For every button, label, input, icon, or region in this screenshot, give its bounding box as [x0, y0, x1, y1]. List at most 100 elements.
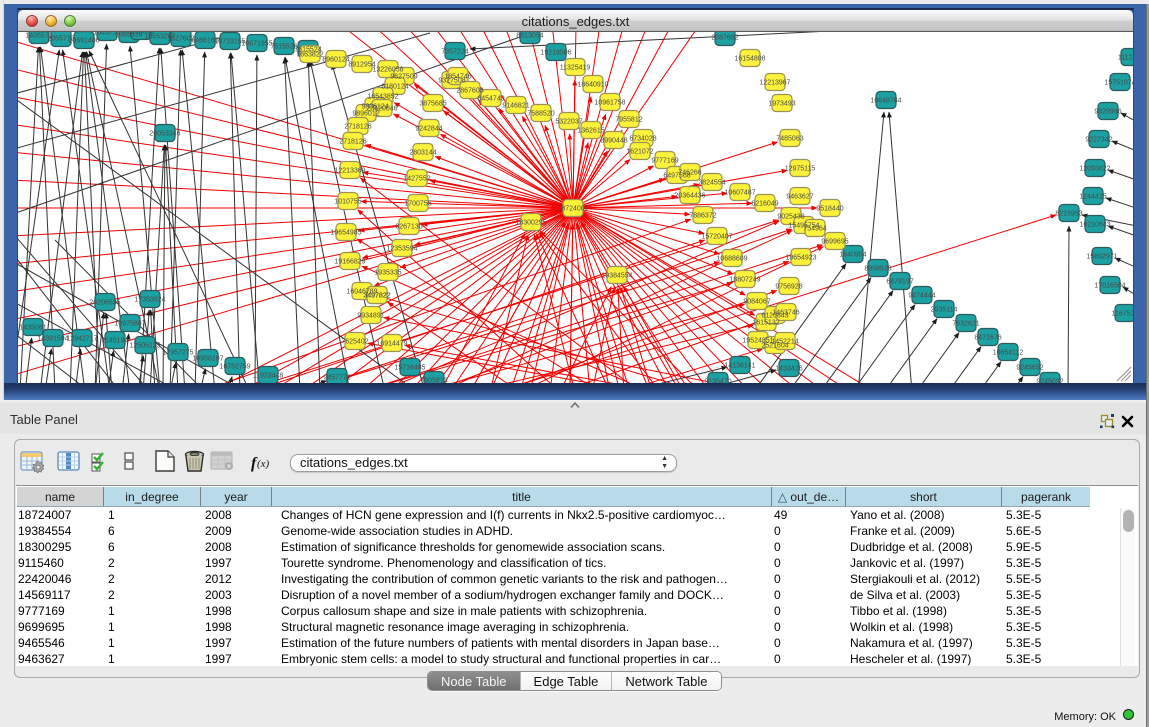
svg-text:18724007: 18724007	[557, 206, 588, 213]
svg-text:12213967: 12213967	[759, 80, 790, 87]
svg-text:3267130: 3267130	[395, 224, 422, 231]
svg-text:9777169: 9777169	[651, 158, 678, 165]
svg-text:1362615: 1362615	[577, 128, 604, 135]
svg-text:20364436: 20364436	[674, 193, 705, 200]
svg-text:1145194: 1145194	[102, 338, 129, 345]
svg-text:19384554: 19384554	[601, 273, 632, 280]
svg-text:1615132: 1615132	[752, 320, 779, 327]
svg-text:14391594: 14391594	[37, 336, 68, 343]
svg-text:9025438: 9025438	[777, 214, 804, 221]
svg-text:1854746: 1854746	[444, 74, 471, 81]
svg-text:16154808: 16154808	[734, 56, 765, 63]
svg-text:2867608: 2867608	[456, 88, 483, 95]
svg-text:8813054: 8813054	[516, 33, 543, 40]
svg-text:8454749: 8454749	[477, 96, 504, 103]
svg-text:18807249: 18807249	[729, 277, 760, 284]
svg-text:14136141: 14136141	[724, 363, 755, 370]
svg-text:19654985: 19654985	[330, 230, 361, 237]
svg-text:10688609: 10688609	[716, 256, 747, 263]
svg-text:12505135: 12505135	[129, 343, 160, 350]
svg-text:16914479: 16914479	[376, 341, 407, 348]
svg-text:9084067: 9084067	[743, 299, 770, 306]
svg-text:7357224: 7357224	[441, 49, 468, 56]
svg-text:8960124: 8960124	[322, 57, 349, 64]
svg-text:9146821: 9146821	[502, 103, 529, 110]
svg-text:1463746: 1463746	[772, 310, 799, 317]
svg-text:7886372: 7886372	[689, 213, 716, 220]
svg-text:15720407: 15720407	[701, 234, 732, 241]
svg-text:2718126: 2718126	[344, 124, 371, 131]
svg-text:17353924: 17353924	[134, 297, 165, 304]
svg-text:9463627: 9463627	[786, 194, 813, 201]
svg-text:746266: 746266	[678, 170, 701, 177]
svg-text:1435061: 1435061	[19, 325, 46, 332]
svg-text:9896012: 9896012	[352, 111, 379, 118]
svg-text:7663822: 7663822	[296, 52, 323, 59]
svg-text:9627509: 9627509	[390, 74, 417, 81]
svg-text:9227342: 9227342	[1085, 137, 1112, 144]
svg-text:8215953: 8215953	[1055, 211, 1082, 218]
svg-text:2087682: 2087682	[711, 35, 738, 42]
svg-text:15751074: 15751074	[1104, 80, 1133, 87]
svg-text:17957275: 17957275	[162, 350, 193, 357]
svg-text:(x): (x)	[257, 458, 270, 470]
svg-text:9329966: 9329966	[1094, 109, 1121, 116]
svg-text:1640954: 1640954	[839, 252, 866, 259]
svg-text:6216049: 6216049	[751, 201, 778, 208]
svg-text:8990448: 8990448	[600, 138, 627, 145]
svg-text:12093822: 12093822	[1079, 166, 1110, 173]
svg-text:2935114: 2935114	[931, 307, 958, 314]
svg-text:2718126: 2718126	[339, 139, 366, 146]
svg-text:1167534: 1167534	[1112, 311, 1133, 318]
svg-text:12942717: 12942717	[66, 336, 97, 343]
svg-text:7632621: 7632621	[952, 321, 979, 328]
svg-text:11923448: 11923448	[253, 373, 284, 380]
svg-text:1427552: 1427552	[403, 176, 430, 183]
svg-text:17016504: 17016504	[1094, 283, 1125, 290]
svg-text:9756928: 9756928	[775, 284, 802, 291]
svg-text:13226058: 13226058	[372, 67, 403, 74]
svg-text:1010755: 1010755	[334, 199, 361, 206]
svg-text:9245092: 9245092	[1036, 379, 1063, 384]
svg-text:10671955: 10671955	[241, 41, 272, 48]
svg-text:9518440: 9518440	[816, 206, 843, 213]
svg-text:18300295: 18300295	[515, 220, 546, 227]
svg-text:1621072: 1621072	[626, 149, 653, 156]
svg-text:10975887: 10975887	[114, 321, 145, 328]
svg-text:20206535: 20206535	[89, 300, 120, 307]
svg-text:9245652: 9245652	[1016, 365, 1043, 372]
svg-text:12213369: 12213369	[334, 168, 365, 175]
svg-text:10648784: 10648784	[870, 98, 901, 105]
svg-text:15716485: 15716485	[394, 365, 425, 372]
svg-text:9699695: 9699695	[821, 239, 848, 246]
svg-text:19218506: 19218506	[540, 50, 571, 57]
svg-text:20053346: 20053346	[149, 131, 180, 138]
svg-text:20691406: 20691406	[68, 38, 99, 45]
svg-text:754964: 754964	[803, 226, 826, 233]
svg-text:1452214: 1452214	[771, 339, 798, 346]
svg-text:8180124: 8180124	[381, 84, 408, 91]
svg-text:9474444: 9474444	[908, 293, 935, 300]
svg-text:9934891: 9934891	[357, 313, 384, 320]
svg-text:3875685: 3875685	[419, 101, 446, 108]
svg-text:7955812: 7955812	[615, 117, 642, 124]
svg-text:16782759: 16782759	[219, 364, 250, 371]
svg-text:7905813: 7905813	[420, 378, 447, 384]
svg-text:19654923: 19654923	[785, 255, 816, 262]
svg-text:15692971: 15692971	[1086, 254, 1117, 261]
svg-text:11325419: 11325419	[560, 65, 591, 72]
svg-text:12975115: 12975115	[785, 166, 816, 173]
svg-text:1433426: 1433426	[775, 366, 802, 373]
svg-text:5322037: 5322037	[555, 119, 582, 126]
svg-text:9457771: 9457771	[323, 375, 350, 382]
svg-text:7485063: 7485063	[776, 136, 803, 143]
svg-text:7588520: 7588520	[527, 111, 554, 118]
svg-text:12353594: 12353594	[386, 246, 417, 253]
svg-text:16543852: 16543852	[367, 94, 398, 101]
svg-text:6734028: 6734028	[629, 136, 656, 143]
svg-text:8958928: 8958928	[864, 266, 891, 273]
svg-text:1973493: 1973493	[768, 101, 795, 108]
svg-text:3497822: 3497822	[363, 293, 390, 300]
svg-text:8471676: 8471676	[974, 335, 1001, 342]
svg-text:6879197: 6879197	[886, 279, 913, 286]
